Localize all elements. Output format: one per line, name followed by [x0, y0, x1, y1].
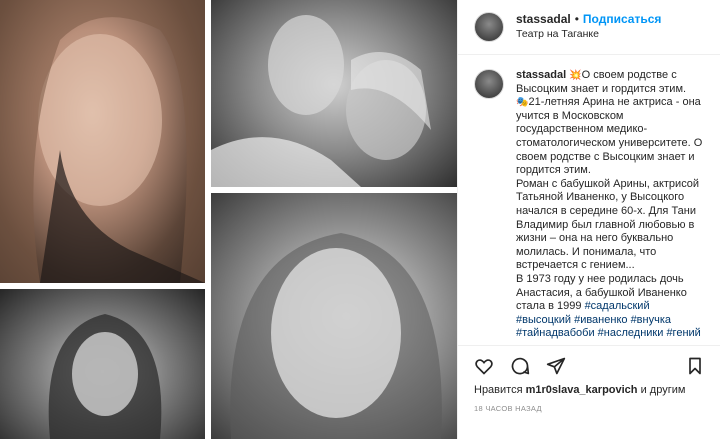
- hashtag[interactable]: #наследники: [598, 327, 664, 339]
- post-side-panel: stassadal • Подписаться Театр на Таганке…: [457, 0, 720, 439]
- caption-body: 21-летняя Арина не актриса - она учится …: [516, 96, 703, 177]
- location-link[interactable]: Театр на Таганке: [516, 27, 661, 42]
- bookmark-icon[interactable]: [683, 354, 707, 378]
- separator-dot: •: [574, 12, 579, 26]
- caption-text: stassadal 💥О своем родстве с Высоцким зн…: [516, 69, 705, 341]
- heart-icon[interactable]: [472, 354, 496, 378]
- hashtag[interactable]: #иваненко: [574, 314, 627, 326]
- post-timestamp[interactable]: 18 ЧАСОВ НАЗАД: [474, 404, 542, 413]
- photo-woman-bw-portrait: [0, 289, 205, 439]
- explosion-emoji-icon: 💥: [569, 70, 582, 81]
- comment-icon[interactable]: [508, 354, 532, 378]
- hashtag[interactable]: #гений: [666, 327, 700, 339]
- likes-summary: Нравится m1r0slava_karpovich и другим: [474, 384, 685, 396]
- likes-suffix[interactable]: и другим: [641, 384, 686, 396]
- hashtag[interactable]: #садальский: [585, 300, 650, 312]
- post-header: stassadal • Подписаться Театр на Таганке: [458, 0, 720, 55]
- theater-masks-emoji-icon: 🎭: [516, 97, 529, 109]
- caption-area[interactable]: stassadal 💥О своем родстве с Высоцким зн…: [458, 55, 720, 345]
- hashtag[interactable]: #высоцкий: [516, 314, 571, 326]
- hashtag[interactable]: #внучка: [631, 314, 671, 326]
- caption-paragraph-2: Роман с бабушкой Арины, актрисой Татьяно…: [516, 177, 700, 272]
- caption-username[interactable]: stassadal: [516, 69, 566, 81]
- share-icon[interactable]: [544, 354, 568, 378]
- caption-avatar[interactable]: [474, 69, 504, 99]
- photo-couple-bw: [211, 0, 457, 187]
- action-bar: [458, 345, 720, 386]
- follow-button[interactable]: Подписаться: [583, 12, 661, 27]
- hashtag[interactable]: #тайнадвабоби: [516, 327, 595, 339]
- photo-woman-bw-closeup: [211, 193, 457, 439]
- post-image-collage[interactable]: [0, 0, 457, 439]
- likes-prefix: Нравится: [474, 384, 523, 396]
- avatar[interactable]: [474, 12, 504, 42]
- photo-young-woman-color: [0, 0, 205, 283]
- username-link[interactable]: stassadal: [516, 12, 571, 27]
- liker-username[interactable]: m1r0slava_karpovich: [526, 384, 638, 396]
